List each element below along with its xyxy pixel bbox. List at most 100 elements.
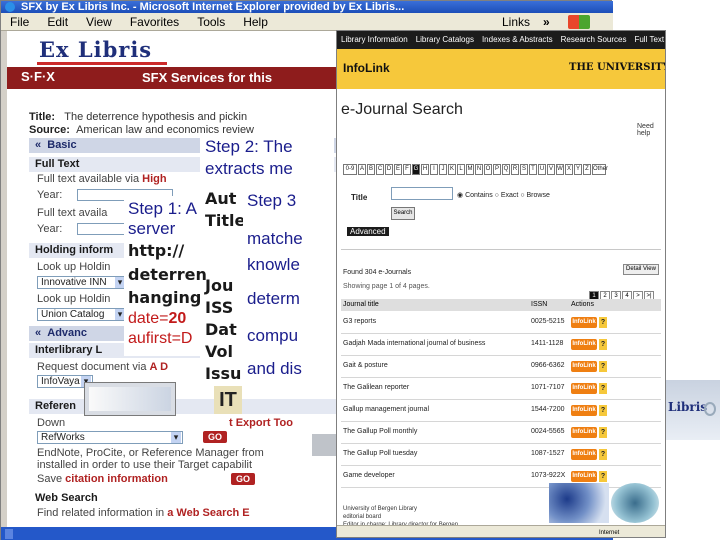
- export-tool-link[interactable]: t Export Too: [229, 417, 293, 429]
- catalog-select-1[interactable]: Innovative INN: [37, 276, 127, 289]
- infolink-button[interactable]: InfoLink: [571, 317, 597, 328]
- request-link[interactable]: A D: [150, 361, 169, 373]
- alphabet-letter[interactable]: 0-9: [343, 164, 357, 175]
- third-window-fragment: Libris: [666, 380, 720, 440]
- alphabet-letter[interactable]: M: [466, 164, 474, 175]
- infolink-button[interactable]: InfoLink: [571, 383, 597, 394]
- search-button[interactable]: Search: [391, 207, 415, 220]
- help-icon[interactable]: ?: [599, 361, 607, 372]
- alphabet-letter[interactable]: G: [412, 164, 420, 175]
- export-go-button[interactable]: GO: [203, 431, 227, 443]
- menu-tools[interactable]: Tools: [188, 13, 234, 31]
- menu-view[interactable]: View: [77, 13, 121, 31]
- alphabet-letter[interactable]: B: [367, 164, 375, 175]
- infolink-button[interactable]: InfoLink: [571, 427, 597, 438]
- alphabet-letter[interactable]: T: [529, 164, 537, 175]
- journal-title-link[interactable]: Game developer: [343, 472, 395, 479]
- radio-contains[interactable]: ◉ Contains: [457, 192, 493, 199]
- journal-issn: 0966-6362: [531, 362, 565, 369]
- alphabet-letter[interactable]: I: [430, 164, 438, 175]
- metadata-volume-label: Vol: [205, 342, 233, 361]
- radio-browse[interactable]: ○ Browse: [520, 192, 550, 199]
- alphabet-letter[interactable]: Other: [592, 164, 608, 175]
- sfx-window-titlebar[interactable]: SFX by Ex Libris Inc. - Microsoft Intern…: [1, 1, 613, 13]
- taskbar-button[interactable]: [5, 529, 13, 539]
- links-chevron[interactable]: »: [534, 13, 559, 31]
- alphabet-letter[interactable]: D: [385, 164, 393, 175]
- alphabet-letter[interactable]: H: [421, 164, 429, 175]
- alphabet-letter[interactable]: J: [439, 164, 447, 175]
- collapse-icon-2: «: [35, 327, 42, 339]
- alphabet-letter[interactable]: E: [394, 164, 402, 175]
- alphabet-letter[interactable]: K: [448, 164, 456, 175]
- alphabet-letter[interactable]: O: [484, 164, 492, 175]
- menu-edit[interactable]: Edit: [38, 13, 77, 31]
- detail-view-button[interactable]: Detail View: [623, 264, 659, 275]
- alphabet-letter[interactable]: W: [556, 164, 564, 175]
- infolink-button[interactable]: InfoLink: [571, 471, 597, 482]
- help-link[interactable]: Need help: [637, 123, 665, 137]
- infolink-button[interactable]: InfoLink: [571, 339, 597, 350]
- step3-line-5: compu: [247, 326, 299, 345]
- menu-favorites[interactable]: Favorites: [121, 13, 188, 31]
- save-go-button[interactable]: GO: [231, 473, 255, 485]
- alphabet-letter[interactable]: R: [511, 164, 519, 175]
- help-icon[interactable]: ?: [599, 427, 607, 438]
- journal-title-link[interactable]: G3 reports: [343, 318, 376, 325]
- alphabet-letter[interactable]: C: [376, 164, 384, 175]
- links-toolbar[interactable]: Links: [493, 13, 539, 31]
- full-text-link[interactable]: High: [142, 173, 166, 185]
- openurl-prefix: http://: [128, 241, 185, 260]
- advanced-search-link[interactable]: Advanced: [347, 227, 389, 236]
- journal-row: The Gallup Poll tuesday 1087-1527 InfoLink…: [341, 445, 661, 466]
- endnote-line-1: EndNote, ProCite, or Reference Manager f…: [37, 447, 264, 459]
- screenshot-thumbnail: [84, 382, 176, 416]
- nav-library-catalogs[interactable]: Library Catalogs: [412, 31, 478, 49]
- alphabet-letter[interactable]: X: [565, 164, 573, 175]
- help-icon[interactable]: ?: [599, 317, 607, 328]
- nav-full-text[interactable]: Full Text: [630, 31, 665, 49]
- help-icon[interactable]: ?: [599, 449, 607, 460]
- alphabet-letter[interactable]: Z: [583, 164, 591, 175]
- radio-exact[interactable]: ○ Exact: [495, 192, 519, 199]
- university-wordmark: THE UNIVERSITY OF IOWA: [569, 62, 666, 73]
- help-icon[interactable]: ?: [599, 471, 607, 482]
- refworks-select[interactable]: RefWorks: [37, 431, 183, 444]
- alphabet-letter[interactable]: Y: [574, 164, 582, 175]
- infolink-button[interactable]: InfoLink: [571, 361, 597, 372]
- alphabet-letter[interactable]: N: [475, 164, 483, 175]
- journal-title-link[interactable]: Gadjah Mada international journal of bus…: [343, 340, 485, 347]
- save-citation-link[interactable]: citation information: [65, 473, 168, 485]
- title-search-input[interactable]: [391, 187, 453, 200]
- alphabet-letter[interactable]: S: [520, 164, 528, 175]
- nav-indexes-abstracts[interactable]: Indexes & Abstracts: [478, 31, 557, 49]
- journal-row: Game developer 1073-922X InfoLink?: [341, 467, 661, 488]
- alphabet-letter[interactable]: A: [358, 164, 366, 175]
- journal-title-link[interactable]: Gait & posture: [343, 362, 388, 369]
- alphabet-letter[interactable]: L: [457, 164, 465, 175]
- help-icon[interactable]: ?: [599, 383, 607, 394]
- library-nav: Library Information Library Catalogs Index…: [337, 31, 665, 49]
- journal-title-link[interactable]: The Gallup Poll tuesday: [343, 450, 417, 457]
- libris-logo-fragment: Libris: [668, 400, 708, 414]
- page-status: Showing page 1 of 4 pages.: [343, 283, 430, 290]
- download-label: Down: [37, 417, 66, 429]
- journal-title-link[interactable]: Gallup management journal: [343, 406, 429, 413]
- infolink-button[interactable]: InfoLink: [571, 405, 597, 416]
- journal-title-link[interactable]: The Galilean reporter: [343, 384, 409, 391]
- catalog-select-2[interactable]: Union Catalog: [37, 308, 127, 321]
- menu-help[interactable]: Help: [234, 13, 277, 31]
- nav-library-information[interactable]: Library Information: [337, 31, 412, 49]
- alphabet-letter[interactable]: P: [493, 164, 501, 175]
- nav-research-sources[interactable]: Research Sources: [557, 31, 631, 49]
- journal-title-link[interactable]: The Gallup Poll monthly: [343, 428, 417, 435]
- infolink-button[interactable]: InfoLink: [571, 449, 597, 460]
- help-icon[interactable]: ?: [599, 405, 607, 416]
- help-icon[interactable]: ?: [599, 339, 607, 350]
- alphabet-letter[interactable]: F: [403, 164, 411, 175]
- alphabet-letter[interactable]: Q: [502, 164, 510, 175]
- menu-file[interactable]: File: [1, 13, 38, 31]
- alphabet-letter[interactable]: V: [547, 164, 555, 175]
- alphabet-letter[interactable]: U: [538, 164, 546, 175]
- web-search-link[interactable]: a Web Search E: [167, 507, 249, 519]
